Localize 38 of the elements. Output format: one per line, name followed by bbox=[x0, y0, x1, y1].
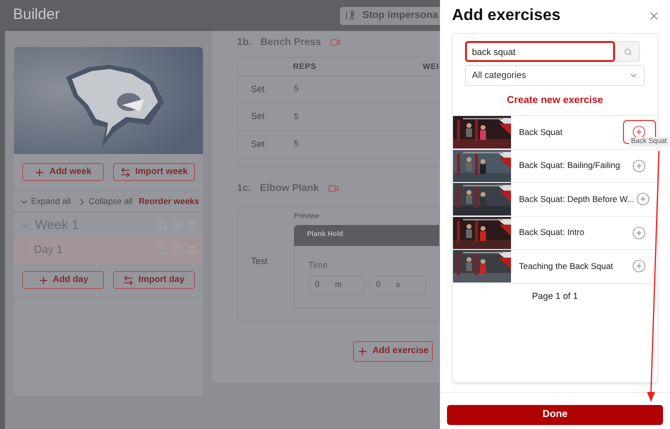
pagination-label: Page 1 of 1 bbox=[532, 290, 578, 303]
exercise-result-row[interactable]: Back Squat: Bailing/Failing bbox=[453, 150, 657, 183]
exercise-name: Back Squat: Intro bbox=[519, 226, 584, 240]
set-label: Set bbox=[251, 110, 266, 123]
panel-title: Add exercises bbox=[452, 6, 561, 26]
create-exercise-link[interactable]: Create new exercise bbox=[506, 93, 604, 108]
stop-impersonating-button[interactable]: Stop impersona bbox=[340, 6, 440, 24]
import-week-button[interactable]: Import week bbox=[113, 163, 195, 181]
exercise-name: Back Squat: Depth Before W... bbox=[519, 192, 634, 206]
row-label: Test bbox=[250, 254, 269, 268]
add-exercise-button[interactable]: Add exercise bbox=[353, 340, 433, 362]
unit-label: s bbox=[396, 278, 400, 290]
time-field[interactable]: 0 bbox=[315, 278, 335, 290]
add-week-button[interactable]: Add week bbox=[22, 163, 104, 181]
set-label: Set bbox=[251, 138, 266, 150]
reorder-weeks-button[interactable]: Reorder weeks bbox=[138, 195, 200, 208]
exercise-name: Teaching the Back Squat bbox=[519, 260, 614, 273]
exercise-name: Back Squat bbox=[519, 126, 562, 139]
exercise-result-row[interactable]: Teaching the Back Squat bbox=[453, 250, 657, 284]
reps-value: 5 bbox=[294, 110, 298, 123]
time-field[interactable]: 0 bbox=[376, 278, 396, 290]
exercise-name: Back Squat: Bailing/Failing bbox=[519, 159, 620, 172]
column-header: WEI bbox=[422, 60, 439, 72]
column-header: REPS bbox=[293, 60, 316, 72]
page-title: Builder bbox=[13, 5, 60, 26]
search-field[interactable]: back squat bbox=[465, 41, 615, 62]
category-select[interactable]: All categories bbox=[465, 65, 645, 86]
reps-value: 5 bbox=[294, 138, 298, 150]
done-button[interactable]: Done bbox=[447, 404, 663, 424]
import-day-button[interactable]: Import day bbox=[113, 271, 195, 289]
unit-label: m bbox=[335, 278, 342, 290]
exercise-result-row[interactable]: Back Squat: Intro bbox=[453, 216, 657, 250]
collapse-all-button[interactable]: Collapse all bbox=[76, 195, 133, 208]
expand-all-button[interactable]: Expand all bbox=[19, 195, 71, 208]
add-day-button[interactable]: Add day bbox=[22, 271, 104, 289]
set-label: Set bbox=[251, 82, 266, 96]
reps-value: 5 bbox=[294, 83, 298, 96]
exercise-result-row[interactable]: Back Squat: Depth Before W... bbox=[453, 183, 657, 216]
